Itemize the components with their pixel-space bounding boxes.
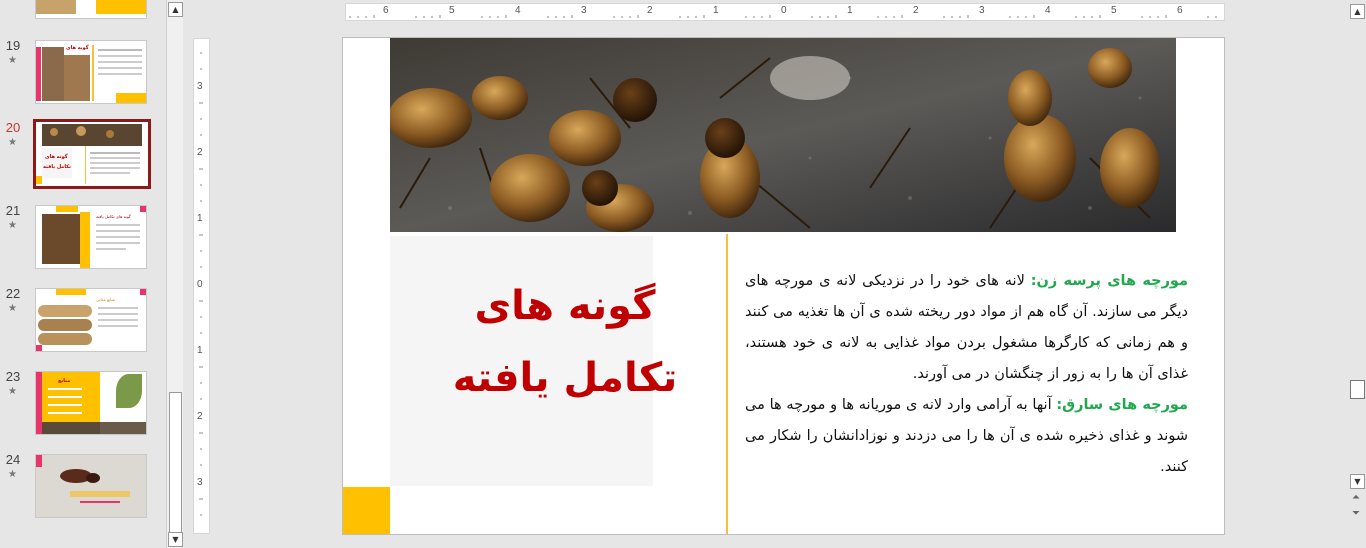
slide-scrollbar[interactable]: ▲ ▼ ⏶ ⏷ <box>1348 0 1366 548</box>
star-icon: ★ <box>8 386 17 397</box>
title-line-1: گونه های <box>474 283 656 329</box>
paragraph-label: مورچه های سارق: <box>1056 397 1189 413</box>
scrollbar-thumb[interactable] <box>1350 380 1365 399</box>
slide-thumbnail-19[interactable]: گونه های <box>35 40 147 104</box>
slide-number: 22 <box>5 286 21 301</box>
scroll-down-icon[interactable]: ▼ <box>168 532 183 547</box>
ruler-tick-label: 3 <box>197 477 203 488</box>
ruler-tick-label: 0 <box>197 279 203 290</box>
scroll-up-icon[interactable]: ▲ <box>1350 4 1365 19</box>
star-icon: ★ <box>8 303 17 314</box>
slide-number: 20 <box>5 120 21 135</box>
slide-thumbnail-22[interactable]: منابع غذایی <box>35 288 147 352</box>
paragraph-label: مورچه های پرسه زن: <box>1030 273 1188 289</box>
scroll-down-icon[interactable]: ▼ <box>1350 474 1365 489</box>
ruler-tick-label: 3 <box>197 81 203 92</box>
paragraph-thief-ants: مورچه های سارق: آنها به آرامی وارد لانه … <box>745 390 1188 483</box>
vertical-ruler[interactable]: 3 2 1 0 1 2 3 <box>193 38 210 534</box>
slide-title[interactable]: گونه های تکامل یافته <box>390 270 740 414</box>
thumbnail-row-24[interactable]: 24 ★ <box>0 452 166 522</box>
thumbnail-row-21[interactable]: 21 ★ گونه های تکامل یافته <box>0 203 166 273</box>
slide-thumbnail-21[interactable]: گونه های تکامل یافته <box>35 205 147 269</box>
ruler-tick-label: 1 <box>197 213 203 224</box>
ruler-tick-label: 5 <box>1111 5 1117 16</box>
thumbnail-row-23[interactable]: 23 ★ منابع <box>0 369 166 439</box>
paragraph-foraging-ants: مورچه های پرسه زن: لانه های خود را در نز… <box>745 266 1188 390</box>
previous-slide-icon[interactable]: ⏶ <box>1352 492 1360 503</box>
star-icon: ★ <box>8 55 17 66</box>
ruler-tick-label: 6 <box>1177 5 1183 16</box>
scrollbar-thumb[interactable] <box>169 392 182 534</box>
star-icon: ★ <box>8 137 17 148</box>
ruler-tick-label: 4 <box>1045 5 1051 16</box>
title-line-2: تکامل یافته <box>452 355 678 401</box>
horizontal-ruler[interactable]: 6 5 4 3 2 1 0 1 2 3 4 5 6 <box>345 3 1225 21</box>
slide-number: 24 <box>5 452 21 467</box>
accent-square <box>343 487 390 534</box>
horizontal-scrollbar[interactable] <box>183 539 1343 548</box>
slide-thumbnail-20[interactable]: گونه های تکامل یافته <box>33 119 151 189</box>
thumbnail-row-22[interactable]: 22 ★ منابع غذایی <box>0 286 166 356</box>
paragraph-text: لانه های خود را در نزدیکی لانه ی مورچه ه… <box>745 273 1188 382</box>
ruler-tick-label: 0 <box>781 5 787 16</box>
ruler-tick-label: 3 <box>581 5 587 16</box>
slide-number: 19 <box>5 38 21 53</box>
ruler-tick-label: 1 <box>197 345 203 356</box>
next-slide-icon[interactable]: ⏷ <box>1352 508 1360 519</box>
slide-thumbnail-18-partial[interactable] <box>35 0 147 19</box>
slide-canvas[interactable]: گونه های تکامل یافته مورچه های پرسه زن: … <box>342 37 1225 535</box>
ruler-tick-label: 2 <box>197 147 203 158</box>
slide-number: 21 <box>5 203 21 218</box>
thumbnail-row-20[interactable]: 20 ★ گونه های تکامل یافته <box>0 119 166 190</box>
ruler-tick-label: 6 <box>383 5 389 16</box>
thumbnail-scrollbar[interactable]: ▲ ▼ <box>166 0 183 548</box>
ruler-tick-label: 1 <box>713 5 719 16</box>
ruler-tick-label: 3 <box>979 5 985 16</box>
star-icon: ★ <box>8 469 17 480</box>
ruler-tick-label: 1 <box>847 5 853 16</box>
slide-thumbnail-23[interactable]: منابع <box>35 371 147 435</box>
star-icon: ★ <box>8 220 17 231</box>
ruler-tick-label: 2 <box>197 411 203 422</box>
ruler-tick-label: 2 <box>647 5 653 16</box>
slide-thumbnail-24[interactable] <box>35 454 147 518</box>
slide-body-textbox[interactable]: مورچه های پرسه زن: لانه های خود را در نز… <box>745 266 1188 483</box>
slide-thumbnail-pane: 19 ★ گونه های 20 ★ گونه های تکامل یافته <box>0 0 166 548</box>
ruler-tick-label: 4 <box>515 5 521 16</box>
scroll-up-icon[interactable]: ▲ <box>168 2 183 17</box>
ruler-tick-label: 2 <box>913 5 919 16</box>
ants-photo[interactable] <box>388 38 1176 232</box>
divider-line <box>726 234 728 534</box>
thumbnail-row-19[interactable]: 19 ★ گونه های <box>0 38 166 108</box>
ruler-tick-label: 5 <box>449 5 455 16</box>
slide-number: 23 <box>5 369 21 384</box>
